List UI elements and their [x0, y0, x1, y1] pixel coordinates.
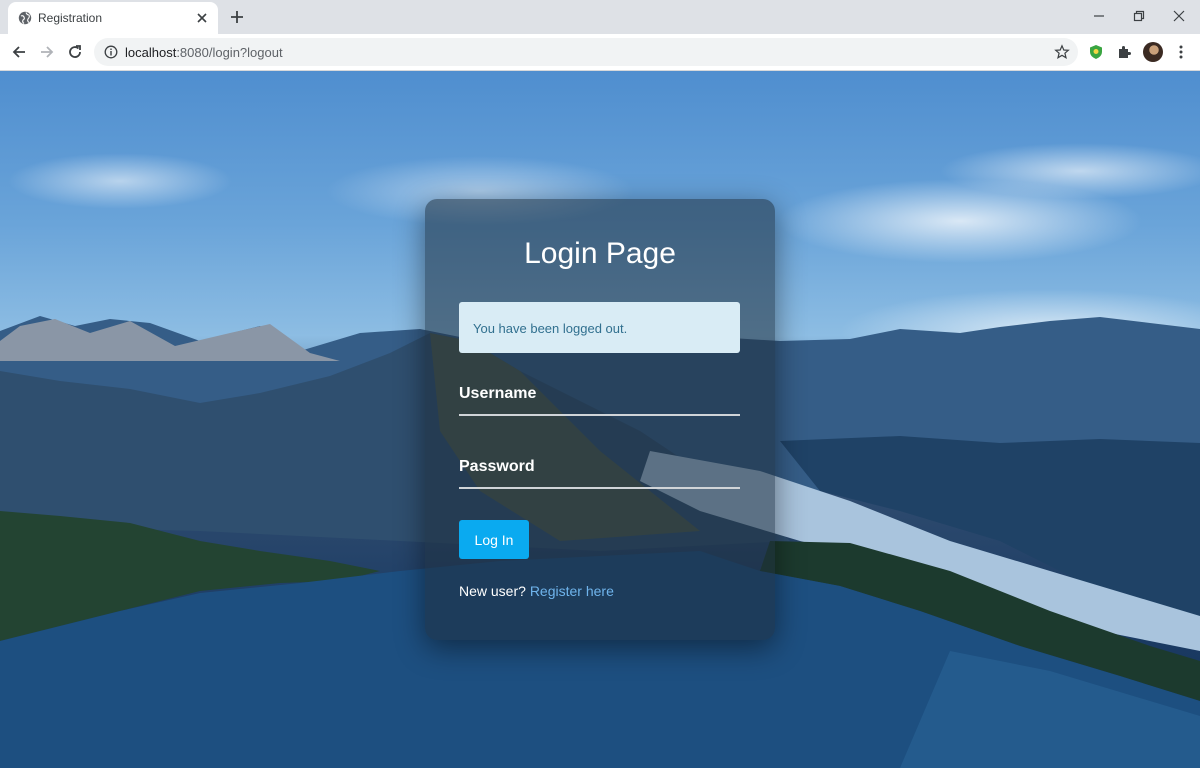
browser-toolbar: localhost:8080/login?logout [0, 34, 1200, 71]
username-input[interactable] [459, 390, 740, 416]
puzzle-extensions-icon[interactable] [1116, 44, 1132, 60]
new-tab-plus-icon[interactable] [228, 8, 246, 26]
bookmark-star-icon[interactable] [1054, 44, 1070, 60]
password-input[interactable] [459, 463, 740, 489]
new-user-text: New user? [459, 583, 526, 599]
register-link[interactable]: Register here [530, 583, 614, 599]
register-prompt: New user? Register here [459, 583, 614, 599]
tab-title: Registration [38, 11, 103, 25]
forward-arrow-icon[interactable] [38, 43, 56, 61]
back-arrow-icon[interactable] [10, 43, 28, 61]
shield-extension-icon[interactable] [1088, 44, 1104, 60]
restore-icon[interactable] [1131, 8, 1147, 24]
logout-alert: You have been logged out. [459, 302, 740, 353]
info-icon[interactable] [104, 45, 118, 59]
menu-dots-icon[interactable] [1173, 44, 1189, 60]
url-host: localhost [125, 45, 177, 60]
close-icon[interactable] [194, 10, 210, 26]
minimize-icon[interactable] [1091, 8, 1107, 24]
profile-avatar[interactable] [1143, 42, 1163, 62]
login-button[interactable]: Log In [459, 520, 529, 559]
page-title: Login Page [524, 237, 676, 270]
url-path: :8080/login?logout [176, 45, 283, 60]
address-bar[interactable]: localhost:8080/login?logout [94, 38, 1078, 66]
globe-icon [18, 11, 32, 25]
browser-tab[interactable]: Registration [8, 2, 218, 34]
reload-icon[interactable] [66, 43, 84, 61]
window-close-icon[interactable] [1171, 8, 1187, 24]
page-background: Login Page You have been logged out. Use… [0, 71, 1200, 768]
login-card: Login Page You have been logged out. Use… [425, 199, 775, 640]
tab-strip: Registration [0, 0, 1200, 34]
url-text: localhost:8080/login?logout [125, 45, 283, 60]
